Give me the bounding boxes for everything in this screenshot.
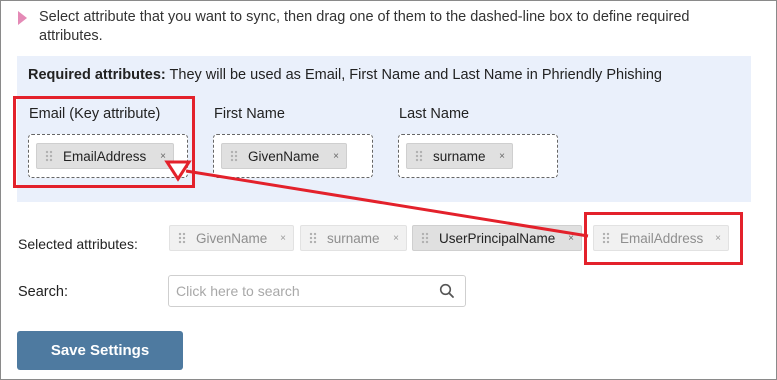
annotation-arrow <box>164 160 589 238</box>
